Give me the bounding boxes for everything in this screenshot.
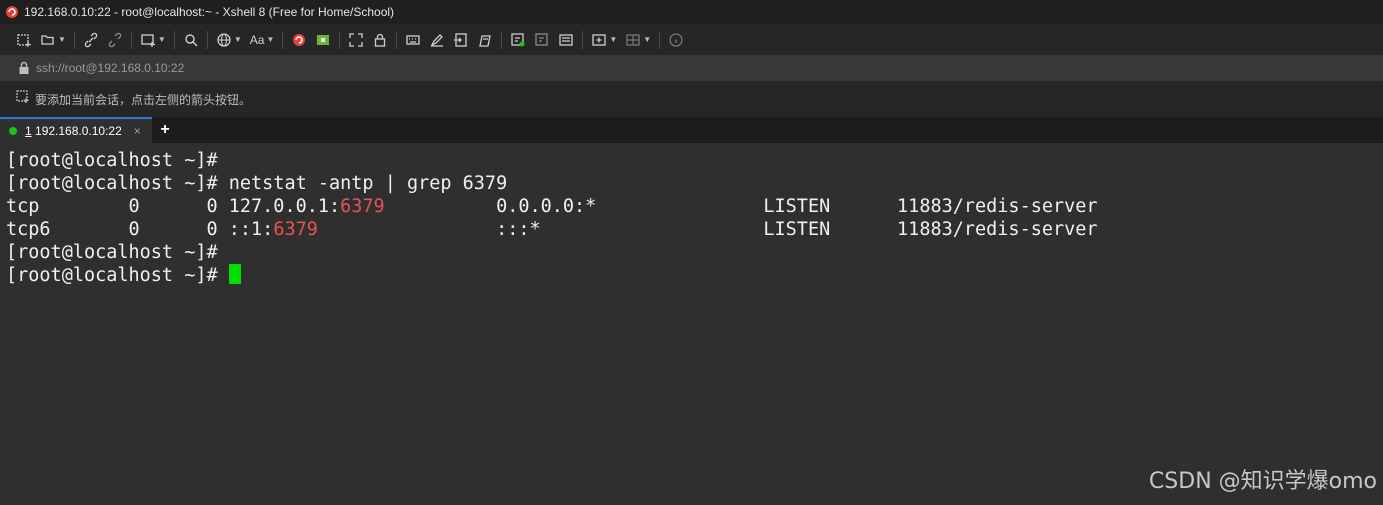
terminal-text: [root@localhost ~]#: [6, 150, 229, 171]
highlighted-port: 6379: [340, 196, 385, 217]
session-tab[interactable]: 1 192.168.0.10:22 ×: [0, 117, 152, 143]
toolbar: ▼ ▼ ▼ Aa ▼ ▼ ▼: [0, 24, 1383, 55]
search-icon[interactable]: [179, 29, 203, 51]
close-icon[interactable]: ×: [134, 124, 141, 138]
chevron-down-icon[interactable]: ▼: [58, 35, 66, 44]
terminal-line: [root@localhost ~]# netstat -antp | grep…: [6, 172, 1383, 195]
toolbar-divider: [659, 30, 661, 49]
xshell-icon[interactable]: [287, 29, 311, 51]
lock-icon[interactable]: [368, 29, 392, 51]
toolbar-divider: [501, 30, 503, 49]
toolbar-divider: [130, 30, 132, 49]
compose-all-icon[interactable]: [530, 29, 554, 51]
add-session-icon[interactable]: [16, 89, 30, 109]
terminal-line: tcp6 0 0 ::1:6379 :::* LISTEN 11883/redi…: [6, 218, 1383, 241]
address-bar: ssh://root@192.168.0.10:22: [0, 55, 1383, 81]
terminal-text: [root@localhost ~]# netstat -antp | grep…: [6, 173, 508, 194]
chevron-down-icon[interactable]: ▼: [158, 35, 166, 44]
chevron-down-icon[interactable]: ▼: [609, 35, 617, 44]
font-label: Aa: [249, 32, 265, 47]
reconnect-icon[interactable]: [79, 29, 103, 51]
tab-host: 192.168.0.10:22: [35, 124, 122, 138]
transfer-icon[interactable]: [473, 29, 497, 51]
globe-icon[interactable]: ▼: [212, 29, 246, 51]
chevron-down-icon[interactable]: ▼: [266, 35, 274, 44]
font-icon[interactable]: Aa ▼: [246, 29, 279, 51]
lock-icon: [18, 61, 30, 75]
terminal-text: :::* LISTEN 11883/redis-server: [317, 219, 1098, 240]
toolbar-divider: [206, 30, 208, 49]
fullscreen-icon[interactable]: [344, 29, 368, 51]
tab-label: 1 192.168.0.10:22: [25, 124, 122, 138]
terminal-text: [root@localhost ~]#: [6, 242, 229, 263]
compose-bar-icon[interactable]: [554, 29, 578, 51]
terminal-cursor: [228, 264, 241, 284]
title-bar: 192.168.0.10:22 - root@localhost:~ - Xsh…: [0, 0, 1383, 24]
xftp-icon[interactable]: [311, 29, 335, 51]
toolbar-divider: [339, 30, 341, 49]
new-session-icon[interactable]: [12, 29, 36, 51]
terminal-text: [root@localhost ~]#: [6, 265, 229, 286]
compose-icon[interactable]: [506, 29, 530, 51]
keyboard-icon[interactable]: [401, 29, 425, 51]
tab-index: 1: [25, 124, 32, 138]
toolbar-divider: [282, 30, 284, 49]
layout-icon[interactable]: ▼: [621, 29, 655, 51]
highlighted-port: 6379: [273, 219, 318, 240]
terminal[interactable]: [root@localhost ~]# [root@localhost ~]# …: [0, 143, 1383, 505]
disconnect-icon[interactable]: [103, 29, 127, 51]
session-hint: 要添加当前会话，点击左侧的箭头按钮。: [35, 92, 252, 107]
terminal-line: [root@localhost ~]#: [6, 149, 1383, 172]
new-tab-icon[interactable]: ▼: [136, 29, 170, 51]
terminal-line: [root@localhost ~]#: [6, 264, 1383, 287]
terminal-line: [root@localhost ~]#: [6, 241, 1383, 264]
open-folder-icon[interactable]: ▼: [36, 29, 70, 51]
tab-bar: 1 192.168.0.10:22 × +: [0, 117, 1383, 143]
connection-status-dot: [9, 127, 17, 135]
watermark: CSDN @知识学爆omo: [1148, 469, 1377, 494]
toolbar-divider: [396, 30, 398, 49]
script-icon[interactable]: [449, 29, 473, 51]
toolbar-divider: [582, 30, 584, 49]
add-tab-icon[interactable]: ▼: [587, 29, 621, 51]
window-title: 192.168.0.10:22 - root@localhost:~ - Xsh…: [24, 5, 395, 19]
terminal-text: 0.0.0.0:* LISTEN 11883/redis-server: [384, 196, 1098, 217]
highlight-icon[interactable]: [425, 29, 449, 51]
toolbar-divider: [73, 30, 75, 49]
xshell-logo-icon: [4, 4, 20, 20]
terminal-line: tcp 0 0 127.0.0.1:6379 0.0.0.0:* LISTEN …: [6, 195, 1383, 218]
session-bar: 要添加当前会话，点击左侧的箭头按钮。: [0, 81, 1383, 117]
toolbar-divider: [173, 30, 175, 49]
terminal-text: tcp6 0 0 ::1:: [6, 219, 274, 240]
address-url[interactable]: ssh://root@192.168.0.10:22: [36, 61, 184, 75]
chevron-down-icon[interactable]: ▼: [643, 35, 651, 44]
new-tab-button[interactable]: +: [152, 117, 178, 143]
terminal-text: tcp 0 0 127.0.0.1:: [6, 196, 341, 217]
chevron-down-icon[interactable]: ▼: [234, 35, 242, 44]
help-icon[interactable]: [664, 29, 688, 51]
